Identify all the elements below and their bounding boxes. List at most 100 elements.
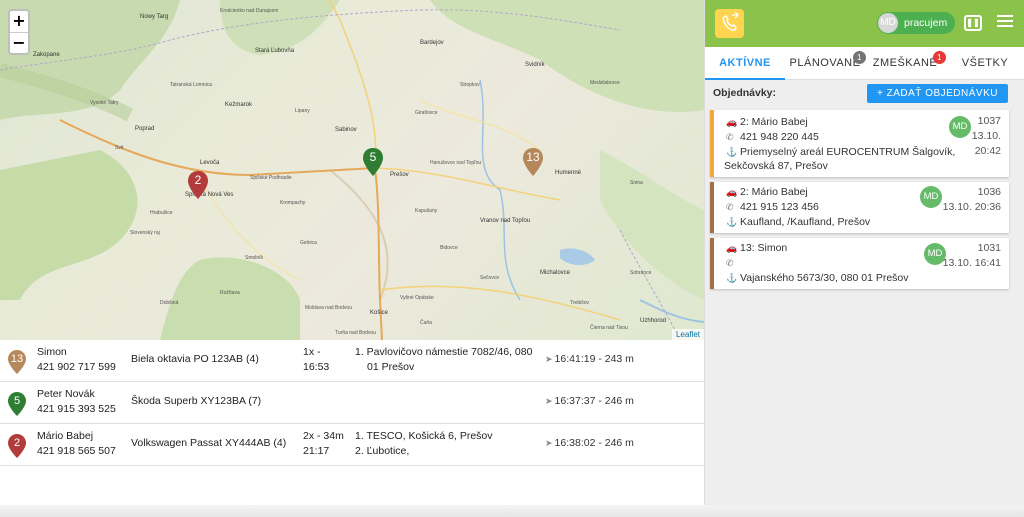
pickup-icon: ⚓ [726, 217, 738, 227]
driver-phone: 421 918 565 507 [37, 445, 116, 457]
zoom-control: + − [8, 9, 30, 55]
place-label: Kapušany [415, 208, 438, 214]
map-marker-13[interactable]: 13 [522, 147, 544, 177]
pause-button[interactable]: ❚❚ [964, 15, 982, 31]
place-label: Rožňava [220, 290, 240, 296]
vehicle-row[interactable]: 5 Peter Novák 421 915 393 525 Škoda Supe… [0, 382, 704, 424]
map-marker-5[interactable]: 5 [362, 147, 384, 177]
phone-handset-icon [722, 11, 739, 31]
hamburger-icon [997, 15, 1013, 27]
order-id: 1036 [977, 186, 1001, 198]
orders-header: Objednávky: + ZADAŤ OBJEDNÁVKU [705, 80, 1024, 106]
tab-aktivne[interactable]: AKTÍVNE [705, 47, 785, 80]
phone-text: 421 948 220 445 [740, 131, 819, 143]
order-id: 1037 [977, 115, 1001, 127]
place-label: Svit [115, 145, 124, 151]
zoom-out-button[interactable]: − [10, 32, 28, 53]
driver-phone: 421 915 393 525 [37, 403, 116, 415]
order-address: ⚓ Vajanského 5673/30, 080 01 Prešov [726, 271, 909, 285]
top-bar: MD pracujem ❚❚ [705, 0, 1024, 47]
order-date: 13.10. [971, 130, 1001, 142]
place-label: Hanušovce nad Topľou [430, 160, 482, 166]
place-label: Bidovce [440, 245, 458, 251]
phone-icon: ✆ [726, 132, 734, 142]
order-card[interactable]: 🚗 13: Simon ✆ ⚓ Vajanského 5673/30, 080 01… [710, 238, 1009, 289]
tab-planovane[interactable]: PLÁNOVANÉ 1 [785, 47, 866, 80]
place-label: Michalovce [540, 270, 571, 276]
last-seen-text: 16:38:02 - 246 m [554, 437, 634, 449]
map-attribution-link[interactable]: Leaflet [671, 329, 704, 340]
tab-vsetky[interactable]: VŠETKY [945, 47, 1024, 80]
order-customer: 🚗 13: Simon [726, 241, 787, 255]
pickup-icon: ⚓ [726, 147, 738, 157]
tab-bar: AKTÍVNE PLÁNOVANÉ 1 ZMEŠKANÉ 1 VŠETKY [705, 47, 1024, 80]
vehicle-pin: 2 [7, 433, 27, 459]
vehicle-row[interactable]: 13 Simon 421 902 717 599 Biela oktavia P… [0, 340, 704, 382]
place-label: Slovenský raj [130, 230, 160, 236]
order-card[interactable]: 🚗 2: Mário Babej ✆ 421 915 123 456 ⚓ Kaufla… [710, 182, 1009, 233]
place-label: Vyšné Opátske [400, 295, 434, 301]
place-label: Čierna nad Tisou [590, 325, 628, 331]
order-address-2: 01 Prešov [367, 361, 415, 373]
place-label: Trebišov [570, 300, 589, 306]
car-icon: 🚗 [726, 117, 738, 127]
customer-text: 2: Mário Babej [740, 186, 808, 198]
phone-icon: ✆ [726, 258, 734, 268]
location-arrow-icon: ➤ [545, 396, 553, 406]
last-seen-text: 16:41:19 - 243 m [554, 353, 634, 365]
driver-avatar: MD [920, 186, 942, 208]
place-label: Levoča [200, 160, 220, 166]
place-label: Turňa nad Bodvou [335, 330, 376, 336]
add-order-button[interactable]: + ZADAŤ OBJEDNÁVKU [867, 84, 1008, 103]
place-label: Uzhhorod [640, 318, 667, 324]
order-time: 16:53 [303, 361, 330, 373]
location-arrow-icon: ➤ [545, 354, 553, 364]
tab-label: PLÁNOVANÉ [789, 57, 861, 69]
customer-text: 13: Simon [740, 242, 788, 254]
vehicle-row[interactable]: 2 Mário Babej 421 918 565 507 Volkswagen… [0, 424, 704, 466]
bottom-bar [0, 505, 1024, 517]
order-card[interactable]: 🚗 2: Mário Babej ✆ 421 948 220 445 ⚓ Priemy… [710, 110, 1009, 177]
menu-button[interactable] [997, 15, 1013, 29]
phone-icon[interactable] [715, 9, 744, 38]
location-arrow-icon: ➤ [545, 438, 553, 448]
place-label: Moldava nad Bodvou [305, 305, 352, 311]
place-label: Sabinov [335, 127, 357, 133]
order-customer: 🚗 2: Mário Babej [726, 115, 808, 129]
place-label: Stará Ľubovňa [255, 48, 295, 54]
vehicle-pin-label: 5 [13, 395, 21, 407]
marker-label: 13 [526, 150, 540, 164]
map[interactable]: + − Zakopane Nowy Targ Krościenko nad Du… [0, 0, 704, 340]
vehicle-pin-label: 2 [13, 437, 21, 449]
driver-phone: 421 902 717 599 [37, 361, 116, 373]
vehicle-pin: 13 [7, 349, 27, 375]
place-label: Vranov nad Topľou [480, 218, 531, 224]
address-text: Vajanského 5673/30, 080 01 Prešov [740, 272, 909, 284]
phone-icon: ✆ [726, 202, 734, 212]
place-label: Bardejov [420, 40, 444, 46]
place-label: Giraltovce [415, 110, 438, 116]
car-icon: 🚗 [726, 243, 738, 253]
order-phone: ✆ 421 948 220 445 [726, 130, 819, 144]
driver-avatar: MD [949, 116, 971, 138]
last-seen: ➤ 16:41:19 - 243 m [545, 352, 634, 367]
place-label: Humenné [555, 170, 582, 176]
place-label: Zakopane [33, 52, 60, 58]
place-label: Snina [630, 180, 643, 186]
order-address-1: 1. Pavlovičovo námestie 7082/46, 080 [355, 346, 533, 358]
place-label: Nowy Targ [140, 14, 169, 20]
tab-label: AKTÍVNE [719, 57, 771, 69]
tab-zmeskane[interactable]: ZMEŠKANÉ 1 [865, 47, 946, 80]
zoom-in-button[interactable]: + [10, 11, 28, 32]
place-label: Prešov [390, 172, 409, 178]
order-count: 2x - 34m [303, 430, 344, 442]
place-label: Svidník [525, 62, 545, 68]
map-marker-2[interactable]: 2 [187, 170, 209, 200]
place-label: Vysoké Tatry [90, 100, 119, 106]
status-toggle[interactable]: MD pracujem [877, 12, 955, 34]
pickup-icon: ⚓ [726, 273, 738, 283]
place-label: Smolník [245, 255, 264, 261]
last-seen: ➤ 16:38:02 - 246 m [545, 436, 634, 451]
map-terrain [0, 0, 704, 340]
order-address: ⚓ Priemyselný areál EUROCENTRUM Šalgovík, [726, 145, 955, 159]
